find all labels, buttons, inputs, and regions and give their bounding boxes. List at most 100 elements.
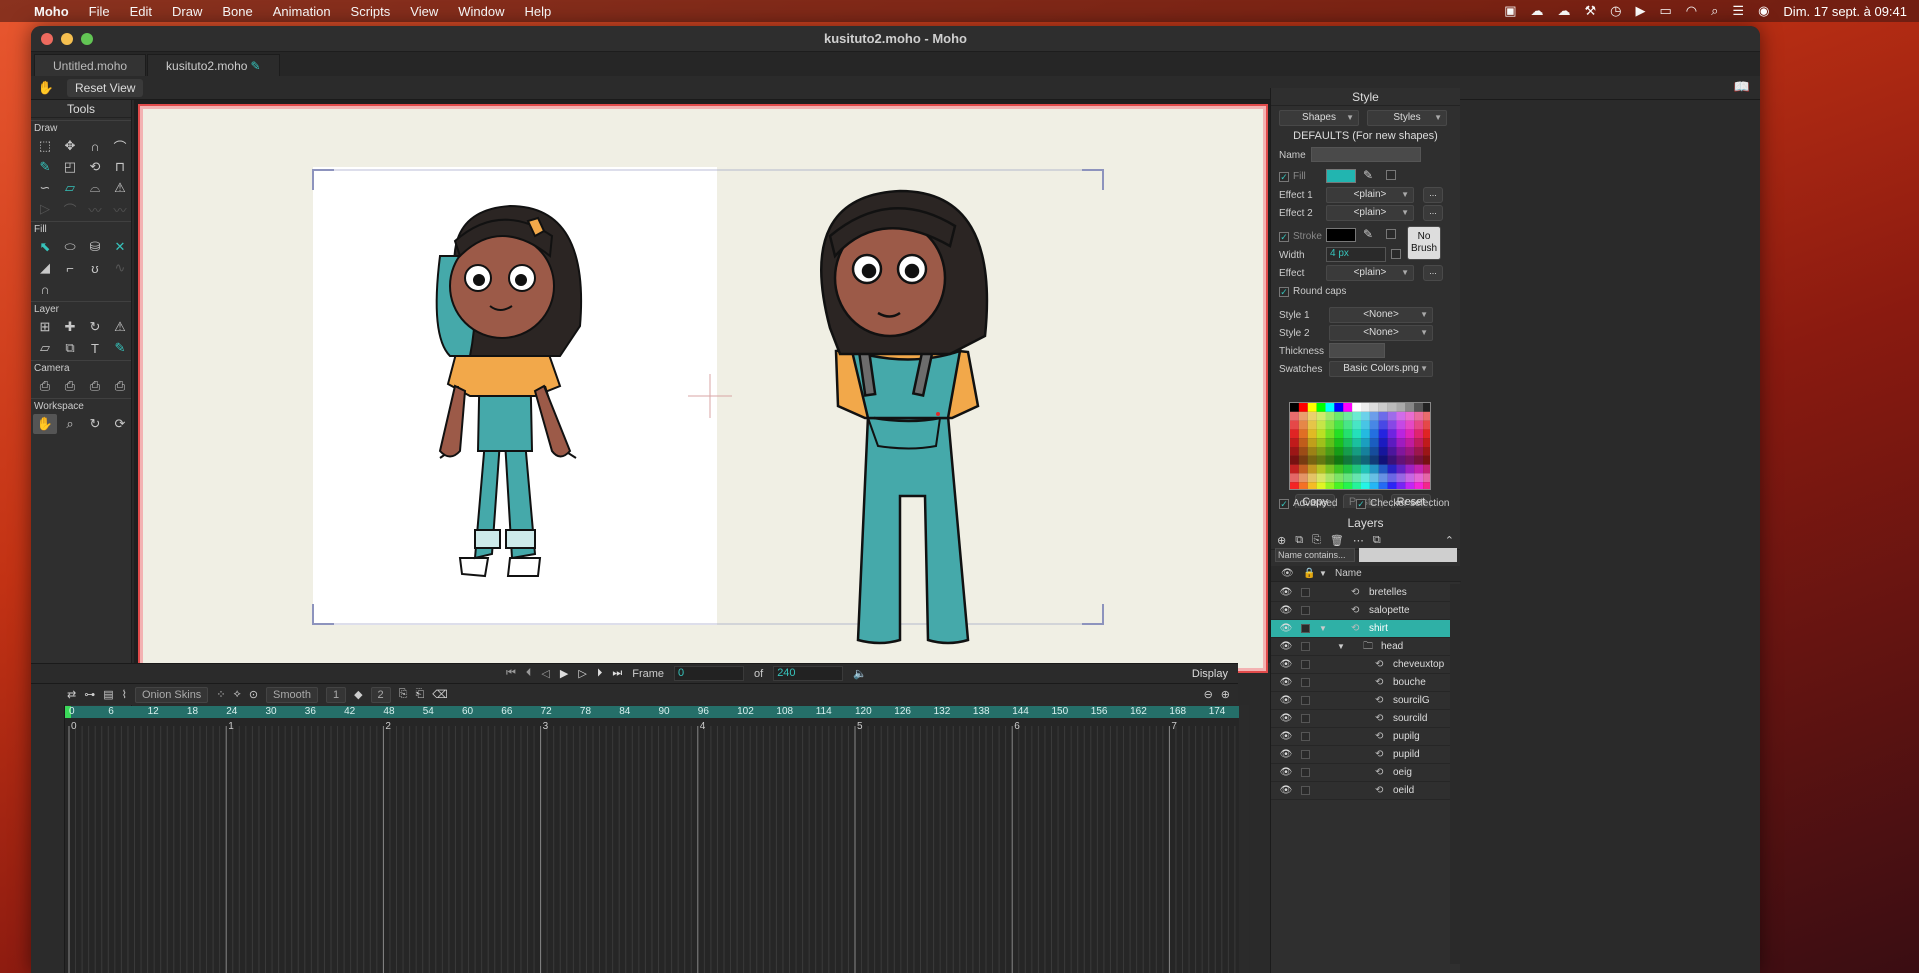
play-icon[interactable]: ▶ (560, 667, 568, 680)
layer-lock-checkbox[interactable] (1301, 624, 1310, 633)
add-point-icon[interactable]: ∩ (83, 136, 107, 156)
bone-icon[interactable]: ⟡ (234, 688, 241, 701)
visibility-eye-icon[interactable]: 👁 (1279, 728, 1293, 746)
perspective-icon[interactable]: ⚠ (108, 178, 132, 198)
style2-dropdown[interactable]: <None> (1329, 325, 1433, 341)
noise-icon[interactable]: 〰 (83, 199, 107, 219)
hand-icon[interactable]: ✋ (33, 414, 57, 434)
stroke-exposure-icon[interactable]: ʊ (83, 258, 107, 278)
layer-row[interactable]: 👁 ⟲ bouche (1271, 674, 1451, 692)
menu-edit[interactable]: Edit (120, 4, 162, 19)
visibility-eye-icon[interactable]: 👁 (1279, 692, 1293, 710)
visibility-eye-icon[interactable]: 👁 (1279, 602, 1293, 620)
curve-profile-icon[interactable]: ⌒ (58, 199, 82, 219)
collapse-layers-icon[interactable]: ⌃ (1445, 534, 1454, 547)
layer-row[interactable]: 👁 ⟲ sourcilG (1271, 692, 1451, 710)
keyframe-grid-icon[interactable]: ⁘ (216, 688, 225, 701)
camera-zoom-icon[interactable]: ⎙ (58, 376, 82, 396)
wifi-icon[interactable]: ◠ (1686, 3, 1697, 19)
menu-window[interactable]: Window (448, 4, 514, 19)
layer-lock-checkbox[interactable] (1301, 786, 1310, 795)
timeline-scrollbar[interactable] (1239, 705, 1249, 973)
menu-app-name[interactable]: Moho (24, 4, 79, 19)
stage-canvas[interactable] (138, 104, 1268, 673)
shear-layer-icon[interactable]: ▱ (33, 338, 57, 358)
menu-file[interactable]: File (79, 4, 120, 19)
camera-pan-tilt-icon[interactable]: ⎙ (108, 376, 132, 396)
menu-help[interactable]: Help (514, 4, 561, 19)
timeline-tracks[interactable]: 0 1 2 3 4 5 6 7 (65, 718, 1249, 973)
copy-layer-icon[interactable]: ⎘ (1312, 534, 1321, 547)
layer-row[interactable]: 👁 ⟲ oeig (1271, 764, 1451, 782)
layer-comp-icon[interactable]: ⧉ (1373, 534, 1381, 547)
keys-count[interactable]: 2 (370, 686, 391, 703)
layer-lock-checkbox[interactable] (1301, 660, 1310, 669)
channel-icon[interactable]: ⊶ (84, 688, 95, 701)
paste-keys-icon[interactable]: ⎗ (415, 688, 424, 701)
layer-lock-checkbox[interactable] (1301, 768, 1310, 777)
visibility-eye-icon[interactable]: 👁 (1279, 638, 1293, 656)
zoom-icon[interactable]: ⌕ (58, 414, 82, 434)
delete-layer-icon[interactable]: 🗑 (1330, 534, 1344, 547)
eyedropper-layer-icon[interactable]: ✎ (108, 338, 132, 358)
eyedropper-icon[interactable]: ∩ (33, 279, 57, 299)
onion-skins-dropdown[interactable]: Onion Skins (135, 686, 209, 703)
freehand-icon[interactable]: ✎ (33, 157, 57, 177)
thickness-input[interactable] (1329, 343, 1385, 358)
draw-shape-icon[interactable]: ◰ (58, 157, 82, 177)
no-brush-button[interactable]: No Brush (1407, 226, 1441, 260)
rewind-icon[interactable]: ⏮ (506, 667, 516, 680)
menu-draw[interactable]: Draw (162, 4, 212, 19)
interpolation-dropdown[interactable]: Smooth (266, 686, 318, 703)
text-tool-icon[interactable]: T (83, 338, 107, 358)
paint-bucket-icon[interactable]: ⛁ (83, 237, 107, 257)
curvature-icon[interactable]: ⌒ (108, 136, 132, 156)
minimize-window-button[interactable] (61, 32, 73, 45)
layer-row[interactable]: 👁 ▼ ⟲ shirt (1271, 620, 1451, 638)
swatches-dropdown[interactable]: Basic Colors.png (1329, 361, 1433, 377)
creative-cloud-icon[interactable]: ☁ (1531, 3, 1544, 19)
fill-lock-checkbox[interactable] (1386, 170, 1396, 180)
effect-dropdown[interactable]: <plain> (1326, 265, 1414, 281)
magnet-icon[interactable]: ⌓ (83, 178, 107, 198)
transform-points-icon[interactable]: ✥ (58, 136, 82, 156)
width-lock-checkbox[interactable] (1391, 249, 1401, 259)
clock-icon[interactable]: ◷ (1610, 3, 1621, 19)
effect1-dropdown[interactable]: <plain> (1326, 187, 1414, 203)
line-width-icon[interactable]: ◢ (33, 258, 57, 278)
name-column-header[interactable]: Name (1335, 566, 1362, 582)
app-status-icon[interactable]: ▣ (1504, 3, 1516, 19)
layer-lock-checkbox[interactable] (1301, 642, 1310, 651)
display-menu[interactable]: Display (1192, 668, 1238, 680)
zoom-window-button[interactable] (81, 32, 93, 45)
next-keyframe-icon[interactable]: ⏵ (597, 667, 603, 680)
sort-column-icon[interactable]: ▼ (1319, 566, 1327, 582)
audio-icon[interactable]: 🔈 (853, 667, 867, 680)
close-window-button[interactable] (41, 32, 53, 45)
visibility-eye-icon[interactable]: 👁 (1279, 674, 1293, 692)
new-layer-icon[interactable]: ⊕ (1277, 534, 1286, 547)
step-back-icon[interactable]: ◁ (541, 667, 549, 680)
canvas-viewport[interactable] (134, 100, 1270, 673)
scatter-brush-icon[interactable]: ⊓ (108, 157, 132, 177)
layer-row[interactable]: 👁 ⟲ cheveuxtop (1271, 656, 1451, 674)
sequencer-icon[interactable]: ▤ (103, 688, 113, 701)
hide-edge-icon[interactable]: ⌐ (58, 258, 82, 278)
tab-untitled[interactable]: Untitled.moho (34, 54, 147, 76)
layer-lock-checkbox[interactable] (1301, 696, 1310, 705)
effect2-more-button[interactable]: ... (1423, 205, 1443, 221)
frame-input[interactable]: 0 (674, 666, 744, 681)
fill-eyedropper-icon[interactable]: ✎ (1363, 168, 1373, 182)
menu-bone[interactable]: Bone (212, 4, 262, 19)
layer-row[interactable]: 👁 ⟲ pupild (1271, 746, 1451, 764)
delete-shape-icon[interactable]: ✕ (108, 237, 132, 257)
blob-brush-icon[interactable]: ⟲ (83, 157, 107, 177)
layer-settings-icon[interactable]: ⋯ (1353, 534, 1364, 547)
hand-tool-icon[interactable]: ✋ (35, 78, 57, 98)
delete-edge-icon[interactable]: ▷ (33, 199, 57, 219)
battery-icon[interactable]: ▭ (1660, 3, 1672, 19)
menu-view[interactable]: View (400, 4, 448, 19)
motion-graph-icon[interactable]: ⌇ (122, 688, 127, 701)
width-input[interactable]: 4 px (1326, 247, 1386, 262)
layer-lock-checkbox[interactable] (1301, 750, 1310, 759)
